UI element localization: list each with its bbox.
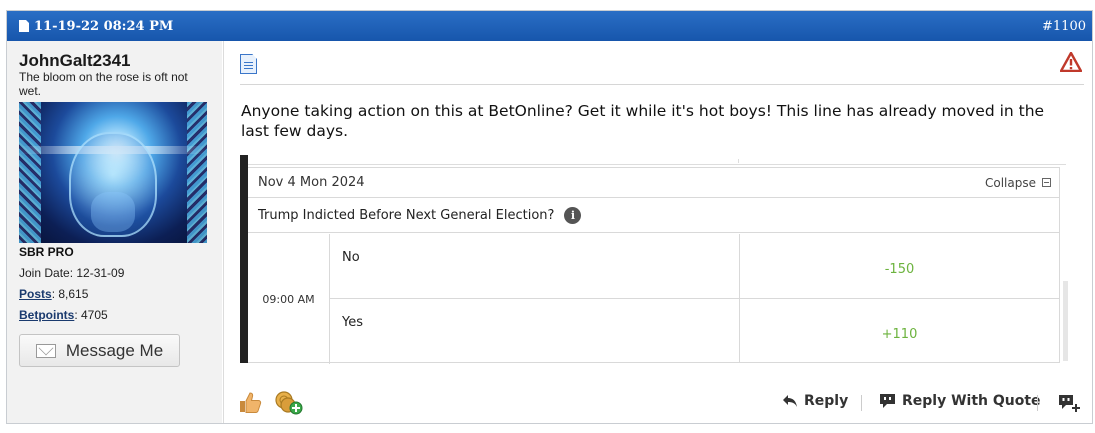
market-option-row: No -150: [330, 234, 1060, 299]
post-header: 11-19-22 08:24 PM #1100: [7, 11, 1092, 41]
reply-with-quote-label: Reply With Quote: [902, 393, 1041, 409]
market-question: Trump Indicted Before Next General Elect…: [258, 207, 555, 223]
post-document-icon: [240, 54, 257, 74]
avatar-face: [91, 192, 135, 232]
market-options: 09:00 AM No -150 Yes +110: [248, 234, 1060, 364]
post-number-link[interactable]: #1100: [1042, 19, 1086, 34]
embedded-betting-line: Nov 4 Mon 2024 Collapse Trump Indicted B…: [240, 155, 1068, 364]
username-link[interactable]: JohnGalt2341: [19, 51, 210, 70]
betpoints-stat: Betpoints: 4705: [19, 308, 210, 322]
message-me-button[interactable]: Message Me: [19, 334, 180, 367]
report-warning-icon[interactable]: [1060, 52, 1082, 72]
reply-arrow-icon: [783, 395, 797, 407]
option-name: Yes: [342, 315, 363, 330]
post-content-toolbar: [240, 41, 1084, 85]
user-info-panel: JohnGalt2341 The bloom on the rose is of…: [7, 41, 222, 423]
post-date: 11-19-22 08:24 PM: [19, 19, 173, 34]
join-date: Join Date: 12-31-09: [19, 266, 125, 280]
like-thumbs-up-icon[interactable]: [238, 391, 262, 413]
post-date-text: 11-19-22 08:24 PM: [34, 18, 174, 34]
market-question-row: Trump Indicted Before Next General Elect…: [248, 198, 1059, 233]
post-message: Anyone taking action on this at BetOnlin…: [241, 102, 1045, 140]
betting-market-box: Nov 4 Mon 2024 Collapse Trump Indicted B…: [248, 167, 1060, 364]
market-option-row: Yes +110: [330, 299, 1060, 364]
embed-top-strip: [248, 155, 1066, 165]
option-name: No: [342, 250, 360, 265]
action-separator: [1037, 395, 1038, 411]
quote-bubble-icon: [880, 394, 895, 408]
reply-label: Reply: [804, 393, 849, 409]
collapse-label: Collapse: [985, 175, 1036, 190]
post-content: Anyone taking action on this at BetOnlin…: [223, 41, 1092, 423]
info-icon[interactable]: i: [564, 206, 582, 224]
post-actions: Reply Reply With Quote: [224, 381, 1092, 423]
message-me-label: Message Me: [65, 340, 164, 360]
event-date-row: Nov 4 Mon 2024 Collapse: [248, 168, 1059, 198]
avatar[interactable]: [19, 102, 207, 243]
forum-post: 11-19-22 08:24 PM #1100 JohnGalt2341 The…: [6, 10, 1093, 424]
betpoints-link[interactable]: Betpoints: [19, 308, 74, 322]
document-icon: [19, 20, 29, 32]
embed-divider: [738, 159, 739, 163]
betpoints-add-icon[interactable]: [274, 391, 304, 415]
doc-line: [244, 65, 253, 66]
envelope-icon: [35, 343, 56, 358]
reply-button[interactable]: Reply: [782, 393, 848, 409]
action-separator: [861, 395, 862, 411]
embed-scrollbar[interactable]: [1063, 281, 1068, 361]
event-time: 09:00 AM: [248, 234, 330, 364]
collapse-toggle[interactable]: Collapse: [985, 176, 1051, 190]
user-title: The bloom on the rose is oft not wet.: [19, 70, 188, 98]
event-date: Nov 4 Mon 2024: [258, 175, 365, 190]
posts-count: : 8,615: [51, 287, 89, 301]
avatar-edge-right: [187, 102, 207, 243]
posts-link[interactable]: Posts: [19, 287, 52, 301]
option-odds-button[interactable]: +110: [739, 299, 1059, 363]
posts-stat: Posts: 8,615: [19, 287, 210, 301]
doc-line: [244, 62, 253, 63]
collapse-minus-icon: [1042, 178, 1051, 187]
user-rank: SBR PRO: [19, 245, 74, 259]
betpoints-count: : 4705: [74, 308, 108, 322]
avatar-edge-left: [19, 102, 41, 243]
option-odds-button[interactable]: -150: [739, 234, 1059, 298]
multi-quote-button[interactable]: [1058, 393, 1080, 413]
reply-with-quote-button[interactable]: Reply With Quote: [879, 393, 1041, 409]
multi-quote-plus-icon: [1059, 395, 1080, 412]
doc-line: [244, 68, 253, 69]
